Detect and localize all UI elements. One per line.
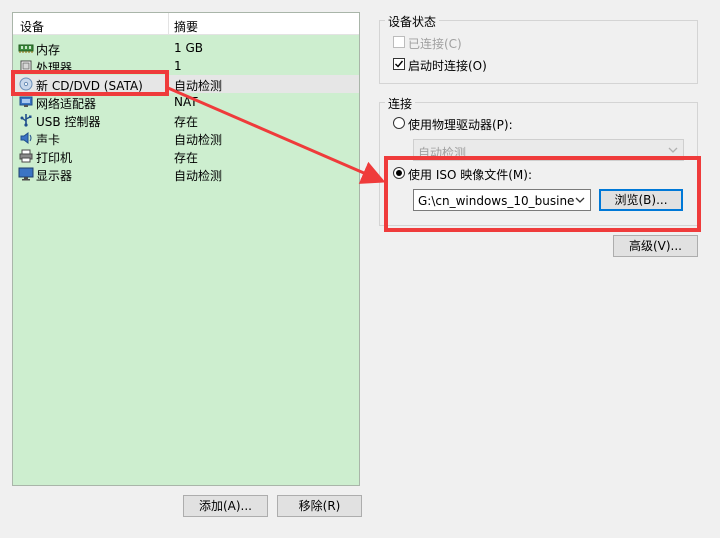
annotation-arrow [167,86,386,184]
